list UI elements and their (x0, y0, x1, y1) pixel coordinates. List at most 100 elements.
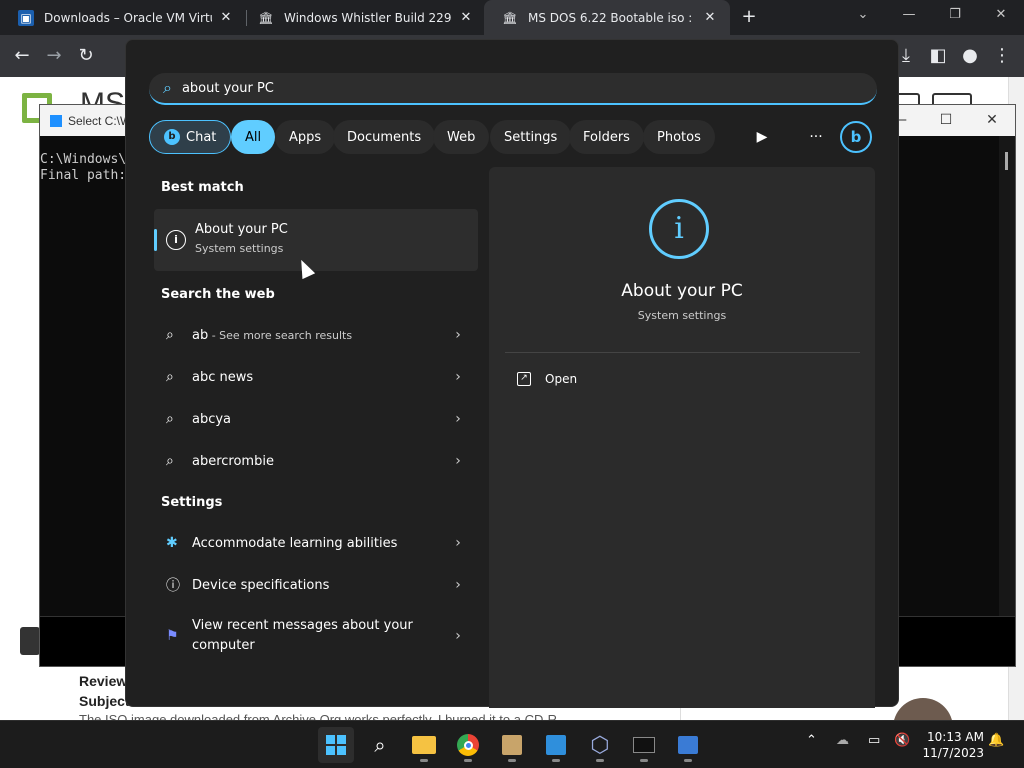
comment-icon (20, 627, 40, 655)
console-maximize-icon[interactable]: ☐ (923, 105, 969, 136)
close-tab-icon[interactable]: ✕ (458, 10, 474, 25)
clock-time: 10:13 AM (927, 730, 984, 744)
taskbar: ⌕ ⬡ ⌃ ☁ ▭ 🔇 10:13 AM 11/7/2023 🔔 (0, 720, 1024, 768)
best-match-heading: Best match (161, 180, 244, 195)
tab-title: Windows Whistler Build 2296 : M (284, 10, 452, 25)
search-icon: ⌕ (166, 327, 174, 343)
new-tab-button[interactable]: + (738, 6, 760, 28)
package-icon[interactable] (494, 727, 530, 763)
windows-icon (326, 735, 346, 755)
sandbox-icon[interactable] (670, 727, 706, 763)
filter-label: Photos (657, 129, 701, 145)
best-match-title: About your PC (195, 222, 288, 237)
terminal-icon[interactable] (626, 727, 662, 763)
web-result-label: abc news (192, 369, 254, 385)
menu-icon[interactable]: ⋮ (990, 44, 1014, 68)
browser-tab-whistler[interactable]: 🏛 Windows Whistler Build 2296 : M ✕ (240, 0, 484, 35)
settings-result-label: Device specifications (192, 577, 330, 593)
filter-label: Settings (504, 129, 558, 145)
preview-subtitle: System settings (637, 309, 727, 322)
divider (505, 352, 860, 353)
play-icon[interactable]: ▶ (746, 121, 778, 153)
info-icon: ⓘ (166, 578, 180, 594)
filter-photos[interactable]: Photos (643, 120, 715, 154)
accessibility-icon: ✱ (166, 535, 178, 551)
archive-icon: 🏛 (258, 10, 274, 25)
settings-result[interactable]: ⓘ Device specifications › (154, 565, 478, 605)
cloud-icon[interactable]: ☁ (836, 733, 849, 748)
forward-icon[interactable]: → (42, 44, 66, 68)
web-result[interactable]: ⌕ abercrombie › (154, 441, 478, 481)
console-icon (50, 114, 62, 127)
reload-icon[interactable]: ↻ (74, 44, 98, 68)
chevron-right-icon: › (455, 628, 461, 644)
minimize-icon[interactable]: — (886, 0, 932, 35)
chrome-icon[interactable] (450, 727, 486, 763)
chevron-right-icon: › (455, 577, 461, 593)
web-result-label: abercrombie (192, 453, 274, 469)
start-button[interactable] (318, 727, 354, 763)
taskbar-search-icon[interactable]: ⌕ (362, 727, 398, 763)
tab-search-icon[interactable]: ⌄ (840, 0, 886, 35)
back-icon[interactable]: ← (10, 44, 34, 68)
search-icon: ⌕ (166, 411, 174, 427)
search-icon: ⌕ (166, 369, 174, 385)
chevron-right-icon: › (455, 535, 461, 551)
tab-title: MS DOS 6.22 Bootable iso : Micr (528, 10, 696, 25)
subject-label: Subject (79, 693, 130, 709)
preview-pane: i About your PC System settings ↗ Open (489, 167, 875, 708)
browser-tab-downloads[interactable]: ▣ Downloads – Oracle VM VirtualB ✕ (0, 0, 244, 35)
chevron-right-icon: › (455, 327, 461, 343)
web-result-label: ab - See more search results (192, 327, 353, 343)
profile-icon[interactable]: ● (958, 44, 982, 68)
settings-result-label: Accommodate learning abilities (192, 535, 398, 551)
more-options-button[interactable]: ··· (800, 121, 832, 153)
virtualbox-icon[interactable]: ⬡ (582, 727, 618, 763)
web-result[interactable]: ⌕ abcya › (154, 399, 478, 439)
web-result[interactable]: ⌕ ab - See more search results › (154, 315, 478, 355)
web-result[interactable]: ⌕ abc news › (154, 357, 478, 397)
best-match-result[interactable]: i About your PC System settings (154, 209, 478, 271)
search-icon: ⌕ (166, 453, 174, 469)
settings-heading: Settings (161, 495, 223, 510)
side-panel-icon[interactable]: ◧ (926, 44, 950, 68)
taskbar-clock[interactable]: 10:13 AM 11/7/2023 (918, 729, 984, 761)
filter-label: Folders (583, 129, 630, 145)
notification-bell-icon[interactable]: 🔔 (988, 733, 1004, 748)
chevron-right-icon: › (455, 369, 461, 385)
network-icon[interactable]: ▭ (868, 733, 880, 748)
chevron-right-icon: › (455, 411, 461, 427)
tab-title: Downloads – Oracle VM VirtualB (44, 10, 212, 25)
browser-tabstrip: ▣ Downloads – Oracle VM VirtualB ✕ 🏛 Win… (0, 0, 1024, 35)
chevron-right-icon: › (455, 453, 461, 469)
info-icon: i (649, 199, 709, 259)
file-explorer-icon[interactable] (406, 727, 442, 763)
close-tab-icon[interactable]: ✕ (218, 10, 234, 25)
filter-settings[interactable]: Settings (490, 120, 572, 154)
volume-muted-icon[interactable]: 🔇 (894, 733, 910, 748)
open-action[interactable]: ↗ Open (517, 372, 577, 386)
browser-tab-msdos[interactable]: 🏛 MS DOS 6.22 Bootable iso : Micr ✕ (484, 0, 730, 35)
archive-icon: 🏛 (502, 10, 518, 25)
virtualbox-icon: ▣ (18, 9, 34, 26)
best-match-subtitle: System settings (195, 242, 284, 255)
settings-result[interactable]: ⚑ View recent messages about your comput… (154, 610, 478, 662)
settings-result-label: View recent messages about your computer (192, 618, 413, 653)
chevron-up-icon[interactable]: ⌃ (806, 733, 817, 748)
console-scrollbar[interactable] (999, 136, 1015, 616)
close-window-icon[interactable]: ✕ (978, 0, 1024, 35)
bing-chat-icon[interactable]: b (840, 121, 872, 153)
windows-app-icon[interactable] (538, 727, 574, 763)
selection-indicator (154, 229, 157, 251)
settings-result[interactable]: ✱ Accommodate learning abilities › (154, 523, 478, 563)
results-column: Best match i About your PC System settin… (126, 40, 489, 706)
search-flyout: ⌕ about your PC b Chat All Apps Document… (125, 39, 899, 708)
filter-folders[interactable]: Folders (569, 120, 644, 154)
console-title: Select C:\W (68, 113, 132, 128)
web-result-label: abcya (192, 411, 232, 427)
console-close-icon[interactable]: ✕ (969, 105, 1015, 136)
search-web-heading: Search the web (161, 287, 275, 302)
info-icon: i (166, 230, 186, 250)
close-tab-icon[interactable]: ✕ (702, 10, 718, 25)
restore-icon[interactable]: ❐ (932, 0, 978, 35)
